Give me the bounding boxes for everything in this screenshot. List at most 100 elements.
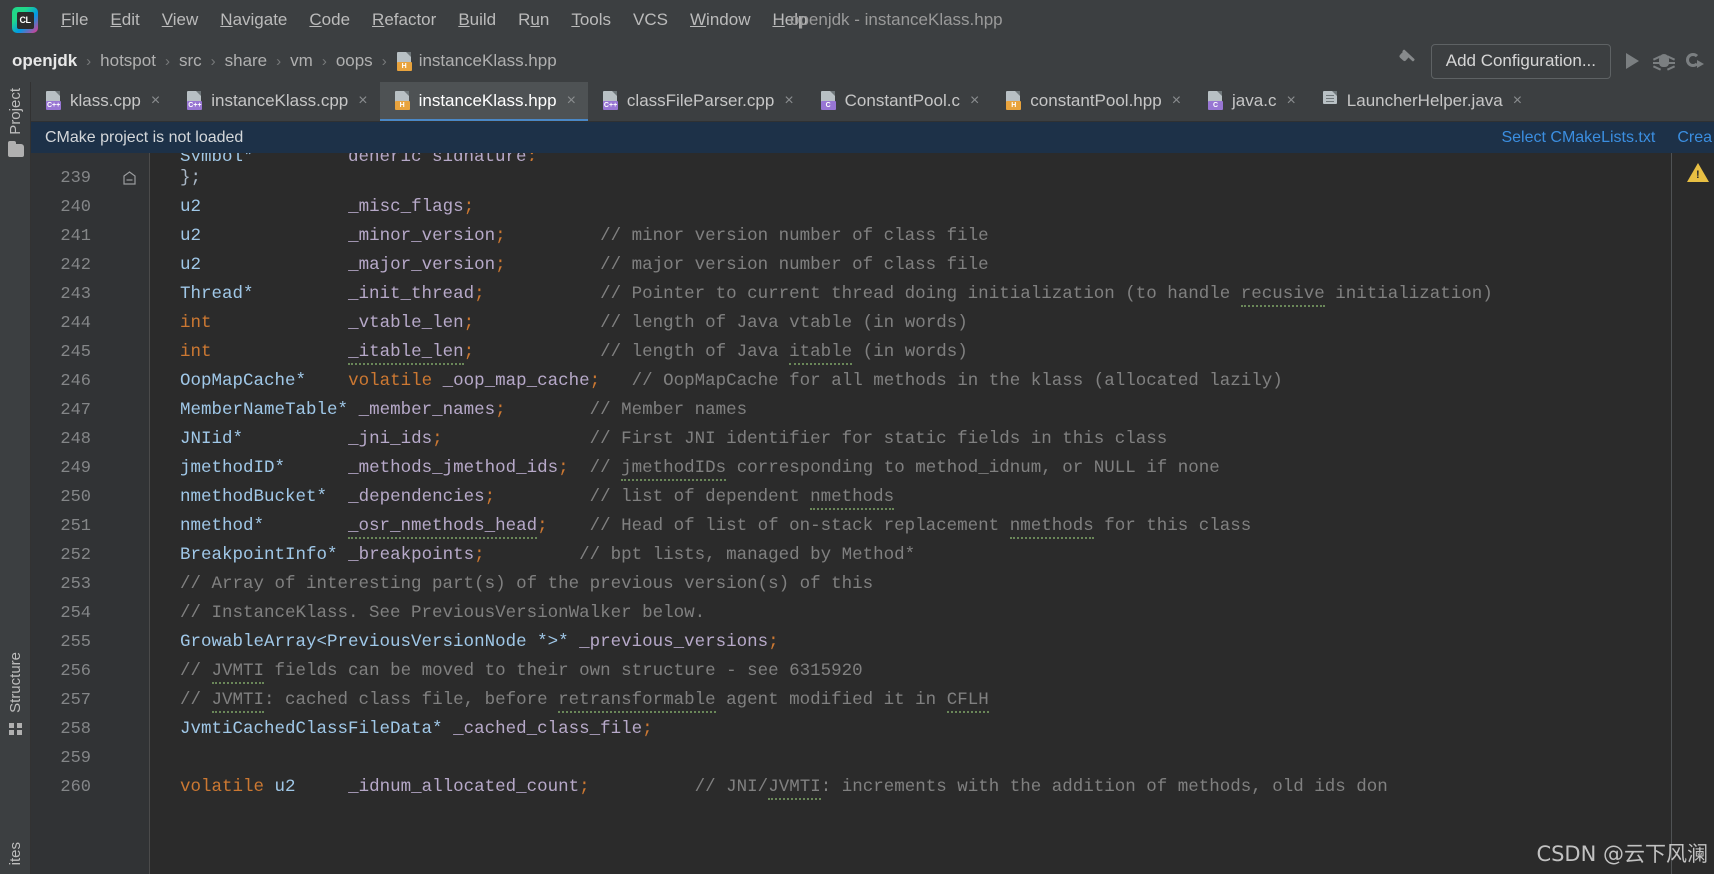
line-number: 255 — [60, 633, 91, 652]
notification-link-select-cmakelists[interactable]: Select CMakeLists.txt — [1501, 129, 1655, 147]
breadcrumb-item-openjdk[interactable]: openjdk — [12, 51, 77, 71]
code-line[interactable]: u2 _misc_flags; — [159, 193, 474, 222]
breadcrumb-item-vm[interactable]: vm — [290, 51, 313, 71]
sidebar-item-structure[interactable]: Structure — [0, 652, 31, 735]
sidebar-item-favorites[interactable]: ites — [0, 842, 31, 865]
close-icon[interactable]: × — [970, 92, 979, 109]
sidebar-item-project[interactable]: Project — [0, 88, 31, 157]
code-line-partial: Symbol* _generic_signature; — [159, 153, 537, 161]
editor-tab-label: ConstantPool.c — [844, 90, 960, 110]
line-number: 245 — [60, 343, 91, 362]
breadcrumb-separator: › — [276, 52, 282, 70]
code-line[interactable]: // InstanceKlass. See PreviousVersionWal… — [159, 599, 705, 628]
close-icon[interactable]: × — [567, 92, 576, 109]
indent-guide — [1671, 153, 1672, 874]
line-number: 243 — [60, 285, 91, 304]
editor-tab-instanceklass-hpp[interactable]: HinstanceKlass.hpp × — [379, 82, 588, 121]
warning-triangle-icon[interactable] — [1687, 163, 1709, 182]
line-number: 260 — [60, 778, 91, 797]
menu-item-edit[interactable]: Edit — [99, 6, 150, 34]
code-line[interactable]: // Array of interesting part(s) of the p… — [159, 570, 873, 599]
editor-tab-launcherhelper-java[interactable]: LauncherHelper.java × — [1308, 82, 1534, 121]
editor-tab-constantpool-hpp[interactable]: HconstantPool.hpp × — [991, 82, 1193, 121]
clion-logo-icon: CL — [12, 7, 38, 33]
code-line[interactable]: nmethod* _osr_nmethods_head; // Head of … — [159, 512, 1251, 541]
menu-item-navigate[interactable]: Navigate — [209, 6, 298, 34]
code-line[interactable]: JNIid* _jni_ids; // First JNI identifier… — [159, 425, 1167, 454]
code-line[interactable]: BreakpointInfo* _breakpoints; // bpt lis… — [159, 541, 915, 570]
code-line[interactable]: jmethodID* _methods_jmethod_ids; // jmet… — [159, 454, 1220, 483]
add-configuration-button[interactable]: Add Configuration... — [1430, 43, 1611, 79]
close-icon[interactable]: × — [784, 92, 793, 109]
line-number: 254 — [60, 604, 91, 623]
code-line[interactable]: // JVMTI: cached class file, before retr… — [159, 686, 989, 715]
line-number: 244 — [60, 314, 91, 333]
menu-item-vcs[interactable]: VCS — [622, 6, 679, 34]
code-line[interactable]: nmethodBucket* _dependencies; // list of… — [159, 483, 895, 512]
editor-tab-label: LauncherHelper.java — [1346, 90, 1503, 110]
code-line[interactable]: u2 _minor_version; // minor version numb… — [159, 222, 989, 251]
structure-icon — [8, 722, 23, 735]
code-text-area[interactable]: Symbol* _generic_signature; }; u2 _misc_… — [150, 153, 1714, 874]
menu-bar: CL File Edit View Navigate Code Refactor Build… — [0, 0, 1714, 40]
line-number: 253 — [60, 575, 91, 594]
code-line[interactable]: u2 _major_version; // major version numb… — [159, 251, 989, 280]
menu-item-file[interactable]: File — [50, 6, 99, 34]
code-line[interactable]: MemberNameTable* _member_names; // Membe… — [159, 396, 747, 425]
code-fold-marker-icon[interactable] — [122, 164, 137, 193]
breadcrumb-separator: › — [164, 52, 170, 70]
sidebar-item-favorites-label: ites — [7, 842, 24, 866]
editor-tab-java-c[interactable]: Cjava.c × — [1193, 82, 1308, 121]
line-number: 241 — [60, 227, 91, 246]
java-file-icon — [1322, 91, 1339, 110]
editor-gutter[interactable]: 239 240 241 242 243 244 245 246 247 248 249 250 251 2… — [31, 153, 149, 874]
navbar-actions: Add Configuration... — [1397, 40, 1704, 82]
menu-item-view[interactable]: View — [151, 6, 210, 34]
menu-item-build[interactable]: Build — [447, 6, 507, 34]
menu-item-refactor[interactable]: Refactor — [361, 6, 447, 34]
breadcrumb-item-oops[interactable]: oops — [336, 51, 373, 71]
h-file-icon: H — [1005, 91, 1022, 110]
breadcrumb-item-hotspot[interactable]: hotspot — [100, 51, 156, 71]
tool-window-strip-left: Project Structure ites — [0, 82, 31, 874]
code-line[interactable]: GrowableArray<PreviousVersionNode *>* _p… — [159, 628, 779, 657]
menu-item-run[interactable]: Run — [507, 6, 560, 34]
code-line[interactable]: volatile u2 _idnum_allocated_count; // J… — [159, 773, 1388, 802]
editor-tab-instanceklass-cpp[interactable]: C++ instanceKlass.cpp × — [172, 82, 379, 121]
menu-item-window[interactable]: Window — [679, 6, 761, 34]
code-line[interactable]: Thread* _init_thread; // Pointer to curr… — [159, 280, 1493, 309]
close-icon[interactable]: × — [1513, 92, 1522, 109]
code-line[interactable]: }; — [159, 164, 201, 193]
navigation-bar: openjdk › hotspot › src › share › vm › oops › Hinsta… — [0, 40, 1714, 82]
notification-link-create[interactable]: Crea — [1677, 129, 1712, 147]
code-editor[interactable]: 239 240 241 242 243 244 245 246 247 248 249 250 251 2… — [31, 153, 1714, 874]
line-number: 247 — [60, 401, 91, 420]
folder-icon — [7, 140, 24, 157]
breadcrumb-separator: › — [321, 52, 327, 70]
breadcrumb-item-file[interactable]: HinstanceKlass.hpp — [396, 51, 557, 71]
code-line[interactable]: OopMapCache* volatile _oop_map_cache; //… — [159, 367, 1283, 396]
editor-tab-constantpool-c[interactable]: C ConstantPool.c × — [806, 82, 992, 121]
code-line[interactable]: JvmtiCachedClassFileData* _cached_class_… — [159, 715, 653, 744]
build-hammer-icon[interactable] — [1397, 49, 1421, 73]
menu-item-tools[interactable]: Tools — [560, 6, 622, 34]
code-line[interactable]: int _vtable_len; // length of Java vtabl… — [159, 309, 968, 338]
breadcrumb-file-label: instanceKlass.hpp — [418, 51, 557, 70]
menu-item-code[interactable]: Code — [298, 6, 361, 34]
code-line[interactable]: // JVMTI fields can be moved to their ow… — [159, 657, 863, 686]
cpp-file-icon: C++ — [602, 91, 619, 110]
editor-tab-klass-cpp[interactable]: C++ klass.cpp × — [31, 82, 172, 121]
code-line[interactable]: int _itable_len; // length of Java itabl… — [159, 338, 968, 367]
line-number: 258 — [60, 720, 91, 739]
close-icon[interactable]: × — [358, 92, 367, 109]
debug-bug-icon[interactable] — [1652, 51, 1676, 71]
close-icon[interactable]: × — [151, 92, 160, 109]
sidebar-item-structure-label: Structure — [7, 652, 24, 713]
run-icon[interactable] — [1626, 53, 1639, 69]
close-icon[interactable]: × — [1172, 92, 1181, 109]
run-with-coverage-icon[interactable] — [1684, 51, 1704, 71]
breadcrumb-item-share[interactable]: share — [225, 51, 268, 71]
breadcrumb-item-src[interactable]: src — [179, 51, 202, 71]
editor-tab-classfileparser-cpp[interactable]: C++ classFileParser.cpp × — [588, 82, 806, 121]
close-icon[interactable]: × — [1286, 92, 1295, 109]
